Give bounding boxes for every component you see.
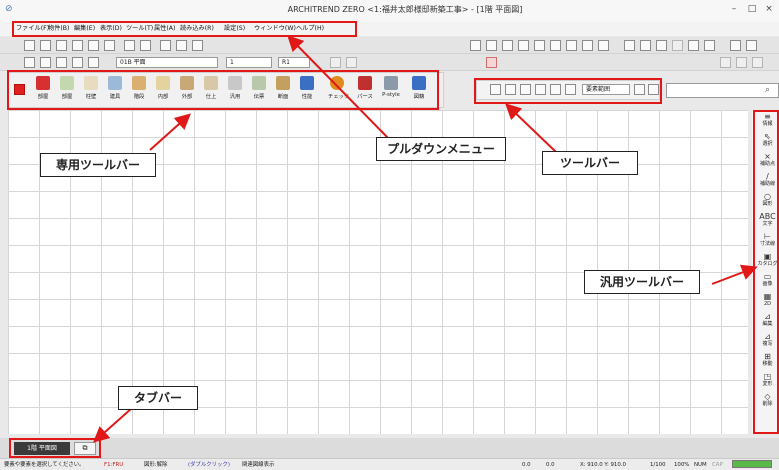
list-icon[interactable] (582, 40, 593, 51)
status-num: NUM (694, 462, 707, 468)
callout-toolbar: ツールバー (542, 151, 638, 175)
triangle-down-icon[interactable] (640, 40, 651, 51)
status-coord-a: 0.0 (522, 462, 531, 468)
elevation-icon[interactable] (470, 40, 481, 51)
toolbar-highlight-box (474, 78, 662, 104)
panel-icon[interactable] (704, 40, 715, 51)
close-button[interactable]: × (761, 3, 777, 16)
layer-list-icon[interactable] (72, 57, 83, 68)
status-caps: CAP (712, 462, 723, 468)
frame-icon[interactable] (502, 40, 513, 51)
layout-alt-icon[interactable] (140, 40, 151, 51)
status-f2: 図形:解除 (144, 462, 168, 468)
copy-icon[interactable] (672, 40, 683, 51)
highlight-icon[interactable] (486, 57, 497, 68)
status-coord-b: 0.0 (546, 462, 555, 468)
grid-alt-icon[interactable] (176, 40, 187, 51)
grid-icon[interactable] (160, 40, 171, 51)
status-progress-bar (732, 460, 772, 468)
layer-view-icon[interactable] (88, 57, 99, 68)
line-select[interactable]: 1 (226, 57, 272, 68)
triangle-up-icon[interactable] (624, 40, 635, 51)
pen-alt-icon[interactable] (346, 57, 357, 68)
special-toolbar-highlight-box (7, 70, 439, 110)
search-input[interactable] (666, 83, 779, 98)
callout-general-toolbar: 汎用ツールバー (584, 270, 700, 294)
status-percent: 100% (674, 462, 690, 468)
callout-tab-bar: タブバー (118, 386, 198, 410)
table-icon[interactable] (566, 40, 577, 51)
zoom-icon[interactable] (72, 40, 83, 51)
undo-icon[interactable] (730, 40, 741, 51)
app-logo-icon: ⊘ (5, 4, 13, 14)
floor-select[interactable]: 01B 平面 (116, 57, 218, 68)
side-toolbar-highlight-box (753, 110, 779, 434)
layer-alt-icon[interactable] (40, 57, 51, 68)
plan-icon[interactable] (104, 40, 115, 51)
layer-copy-icon[interactable] (56, 57, 67, 68)
3d-view-icon[interactable] (88, 40, 99, 51)
status-f3: (ダブルクリック) (188, 462, 230, 468)
new-file-icon[interactable] (24, 40, 35, 51)
house-alt-icon[interactable] (534, 40, 545, 51)
status-coord-xy: X: 910.0 Y: 910.0 (580, 462, 626, 468)
print-icon[interactable] (486, 40, 497, 51)
callout-special-toolbar: 専用ツールバー (40, 153, 156, 177)
redo-icon[interactable] (746, 40, 757, 51)
status-f1: F1:FRU (104, 462, 124, 468)
expand-icon[interactable] (720, 57, 731, 68)
save-icon[interactable] (40, 40, 51, 51)
fit-icon[interactable] (752, 57, 763, 68)
tree-icon[interactable] (550, 40, 561, 51)
callout-pulldown-menu: プルダウンメニュー (376, 137, 506, 161)
move-icon[interactable] (688, 40, 699, 51)
house-icon[interactable] (518, 40, 529, 51)
collapse-icon[interactable] (736, 57, 747, 68)
status-f4: 関連図線表示 (242, 462, 275, 468)
maximize-button[interactable]: □ (744, 3, 760, 16)
tab-bar-highlight-box (9, 438, 101, 458)
layer-icon[interactable] (24, 57, 35, 68)
settings-gear-icon[interactable] (56, 40, 67, 51)
window-title: ARCHITREND ZERO <1:福井太郎様邸新築工事> - [1階 平面図… (287, 5, 523, 14)
menu-highlight-box (12, 21, 357, 37)
layout-icon[interactable] (124, 40, 135, 51)
minimize-button[interactable]: – (726, 3, 742, 16)
tab-bar (0, 438, 779, 458)
snap-icon[interactable] (192, 40, 203, 51)
pen-icon[interactable] (330, 57, 341, 68)
search-icon[interactable]: ⌕ (765, 85, 770, 95)
window-icon[interactable] (656, 40, 667, 51)
status-hint: 要素や要素を選択してください。 (4, 462, 85, 468)
building-icon[interactable] (598, 40, 609, 51)
status-scale: 1/100 (650, 462, 666, 468)
layer-select[interactable]: R1 (278, 57, 310, 68)
